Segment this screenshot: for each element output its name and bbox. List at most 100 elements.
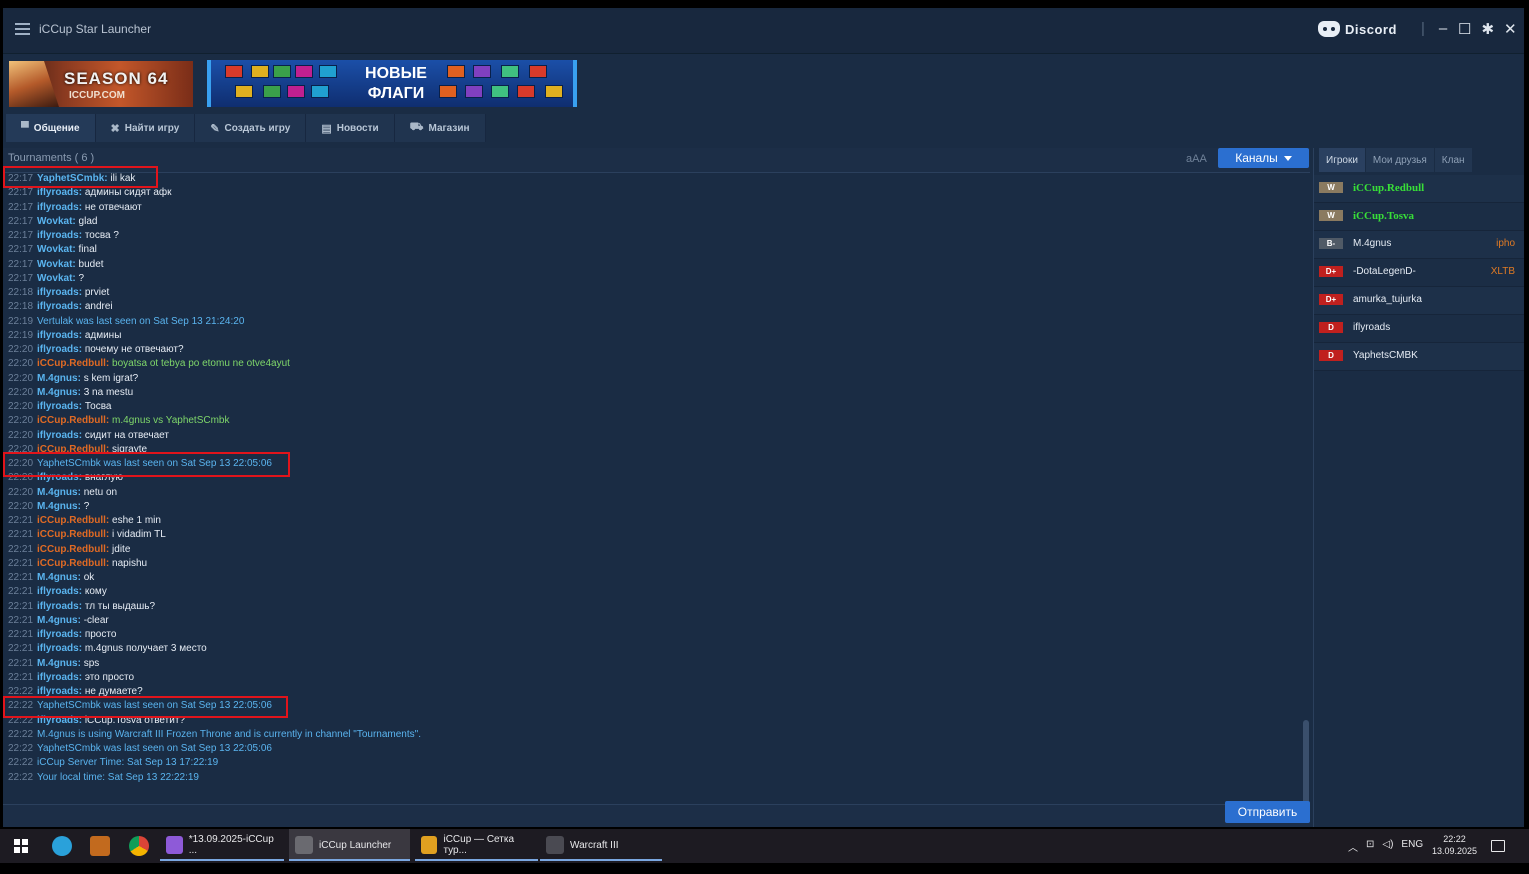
tab-2[interactable]: ✎ Создать игру bbox=[195, 114, 307, 142]
message-nick[interactable]: iflyroads bbox=[37, 672, 79, 683]
message-nick[interactable]: iCCup.Redbull bbox=[37, 415, 106, 426]
hamburger-menu-icon[interactable] bbox=[15, 23, 30, 35]
new-flags-banner[interactable]: НОВЫЕ ФЛАГИ bbox=[207, 60, 577, 107]
network-icon[interactable]: ⊡ bbox=[1366, 839, 1374, 854]
chevron-up-icon[interactable]: ︿ bbox=[1348, 839, 1358, 854]
close-icon[interactable]: ✕ bbox=[1504, 20, 1517, 38]
message-nick[interactable]: iflyroads bbox=[37, 430, 79, 441]
message-text: Тосва bbox=[84, 401, 112, 412]
message-time: 22:20 bbox=[8, 358, 34, 370]
window-app-icon bbox=[166, 836, 183, 854]
message-nick[interactable]: iCCup.Redbull bbox=[37, 515, 106, 526]
notifications-icon[interactable] bbox=[1491, 840, 1505, 852]
player-row[interactable]: WiCCup.Tosva bbox=[1314, 203, 1524, 231]
message-nick[interactable]: M.4gnus bbox=[37, 615, 78, 626]
player-row[interactable]: D+ amurka_tujurka bbox=[1314, 287, 1524, 315]
language-indicator[interactable]: ENG bbox=[1401, 839, 1423, 854]
message-nick[interactable]: iflyroads bbox=[37, 643, 79, 654]
player-row[interactable]: WiCCup.Redbull bbox=[1314, 175, 1524, 203]
chat-input[interactable] bbox=[3, 804, 1310, 827]
window-app-icon bbox=[421, 836, 438, 854]
chat-message: 22:20 M.4gnus: ? bbox=[3, 500, 1303, 514]
message-nick[interactable]: iCCup.Redbull bbox=[37, 544, 106, 555]
message-nick[interactable]: iflyroads bbox=[37, 344, 79, 355]
clock[interactable]: 22:22 13.09.2025 bbox=[1432, 833, 1477, 857]
message-nick[interactable]: iflyroads bbox=[37, 187, 79, 198]
taskbar-window[interactable]: iCCup Launcher bbox=[289, 829, 410, 861]
players-tab-2[interactable]: Клан bbox=[1434, 148, 1472, 172]
season-banner[interactable]: SEASON 64 ICCUP.COM bbox=[9, 61, 193, 107]
chat-message: 22:22 iflyroads: не думаете? bbox=[3, 685, 1303, 699]
message-nick[interactable]: iflyroads bbox=[37, 230, 79, 241]
message-nick[interactable]: iflyroads bbox=[37, 287, 79, 298]
message-nick[interactable]: M.4gnus bbox=[37, 387, 78, 398]
tab-0[interactable]: ▀ Общение bbox=[6, 114, 96, 142]
player-row[interactable]: D YaphetsCMBK bbox=[1314, 343, 1524, 371]
message-nick[interactable]: iflyroads bbox=[37, 686, 79, 697]
tab-3[interactable]: ▤ Новости bbox=[306, 114, 395, 142]
message-nick[interactable]: M.4gnus bbox=[37, 501, 78, 512]
taskbar-window[interactable]: iCCup — Сетка тур... bbox=[415, 829, 538, 861]
message-nick[interactable]: iflyroads bbox=[37, 586, 79, 597]
volume-icon[interactable]: ◁) bbox=[1382, 839, 1393, 854]
message-nick[interactable]: Wovkat bbox=[37, 244, 72, 255]
message-nick[interactable]: iflyroads bbox=[37, 202, 79, 213]
taskbar-window[interactable]: *13.09.2025-iCCup ... bbox=[160, 829, 284, 861]
message-nick[interactable]: iflyroads bbox=[37, 401, 79, 412]
minimize-icon[interactable]: – bbox=[1438, 20, 1448, 38]
message-time: 22:18 bbox=[8, 287, 34, 298]
message-nick[interactable]: M.4gnus bbox=[37, 572, 78, 583]
windows-start-icon[interactable] bbox=[14, 839, 28, 853]
message-nick[interactable]: iCCup.Redbull bbox=[37, 358, 106, 369]
message-nick[interactable]: iflyroads bbox=[37, 601, 79, 612]
message-time: 22:20 bbox=[8, 386, 34, 398]
message-time: 22:22 bbox=[8, 714, 34, 726]
message-time: 22:21 bbox=[8, 657, 34, 669]
message-time: 22:22 bbox=[8, 700, 34, 712]
flag-icon bbox=[473, 65, 491, 78]
message-text: внаглую bbox=[84, 472, 123, 484]
message-time: 22:21 bbox=[8, 572, 34, 583]
message-nick[interactable]: iflyroads bbox=[37, 301, 79, 312]
tab-4[interactable]: ⛟ Магазин bbox=[394, 114, 486, 142]
message-nick[interactable]: iflyroads bbox=[37, 472, 79, 483]
flag-icon bbox=[295, 65, 313, 78]
message-nick[interactable]: M.4gnus bbox=[37, 373, 78, 384]
app-pinned-icon[interactable] bbox=[90, 836, 110, 856]
player-row[interactable]: Diflyroads bbox=[1314, 315, 1524, 343]
taskbar-window[interactable]: Warcraft III bbox=[540, 829, 662, 861]
send-button[interactable]: Отправить bbox=[1225, 801, 1310, 823]
message-nick[interactable]: YaphetSCmbk bbox=[37, 173, 104, 184]
settings-gear-icon[interactable]: ✱ bbox=[1481, 20, 1494, 38]
message-nick[interactable]: iCCup.Redbull bbox=[37, 444, 106, 455]
chat-scrollbar[interactable] bbox=[1303, 720, 1309, 804]
players-tab-0[interactable]: Игроки bbox=[1319, 148, 1365, 172]
message-nick[interactable]: iflyroads bbox=[37, 715, 79, 726]
telegram-icon[interactable] bbox=[52, 836, 72, 856]
player-row[interactable]: D+ -DotaLegenD- XLTB bbox=[1314, 259, 1524, 287]
message-nick[interactable]: iflyroads bbox=[37, 330, 79, 341]
player-name: M.4gnus bbox=[1353, 238, 1392, 249]
message-nick[interactable]: M.4gnus bbox=[37, 487, 78, 498]
message-nick[interactable]: M.4gnus bbox=[37, 658, 78, 669]
tab-1[interactable]: ✖ Найти игру bbox=[95, 114, 196, 142]
chat-message: 22:21 iCCup.Redbull: jdite bbox=[3, 543, 1303, 557]
message-nick[interactable]: Wovkat bbox=[37, 273, 72, 284]
chrome-icon[interactable] bbox=[129, 836, 149, 856]
maximize-icon[interactable]: ☐ bbox=[1458, 20, 1471, 38]
player-row[interactable]: B- M.4gnus ipho bbox=[1314, 231, 1524, 259]
chat-message: 22:21 M.4gnus: sps bbox=[3, 657, 1303, 671]
message-time: 22:17 bbox=[8, 173, 34, 184]
discord-button[interactable]: Discord bbox=[1318, 21, 1397, 37]
message-nick[interactable]: iCCup.Redbull bbox=[37, 558, 106, 569]
channels-dropdown-button[interactable]: Каналы bbox=[1218, 148, 1309, 168]
message-nick[interactable]: iflyroads bbox=[37, 629, 79, 640]
message-nick[interactable]: iCCup.Redbull bbox=[37, 529, 106, 540]
message-nick[interactable]: Wovkat bbox=[37, 216, 72, 227]
channel-title: Tournaments ( 6 ) bbox=[8, 152, 95, 164]
font-size-toggle[interactable]: aAA bbox=[1186, 153, 1207, 165]
message-text: prviet bbox=[84, 287, 110, 298]
players-tab-1[interactable]: Мои друзья bbox=[1365, 148, 1434, 172]
message-time: 22:21 bbox=[8, 629, 34, 640]
message-nick[interactable]: Wovkat bbox=[37, 259, 72, 270]
